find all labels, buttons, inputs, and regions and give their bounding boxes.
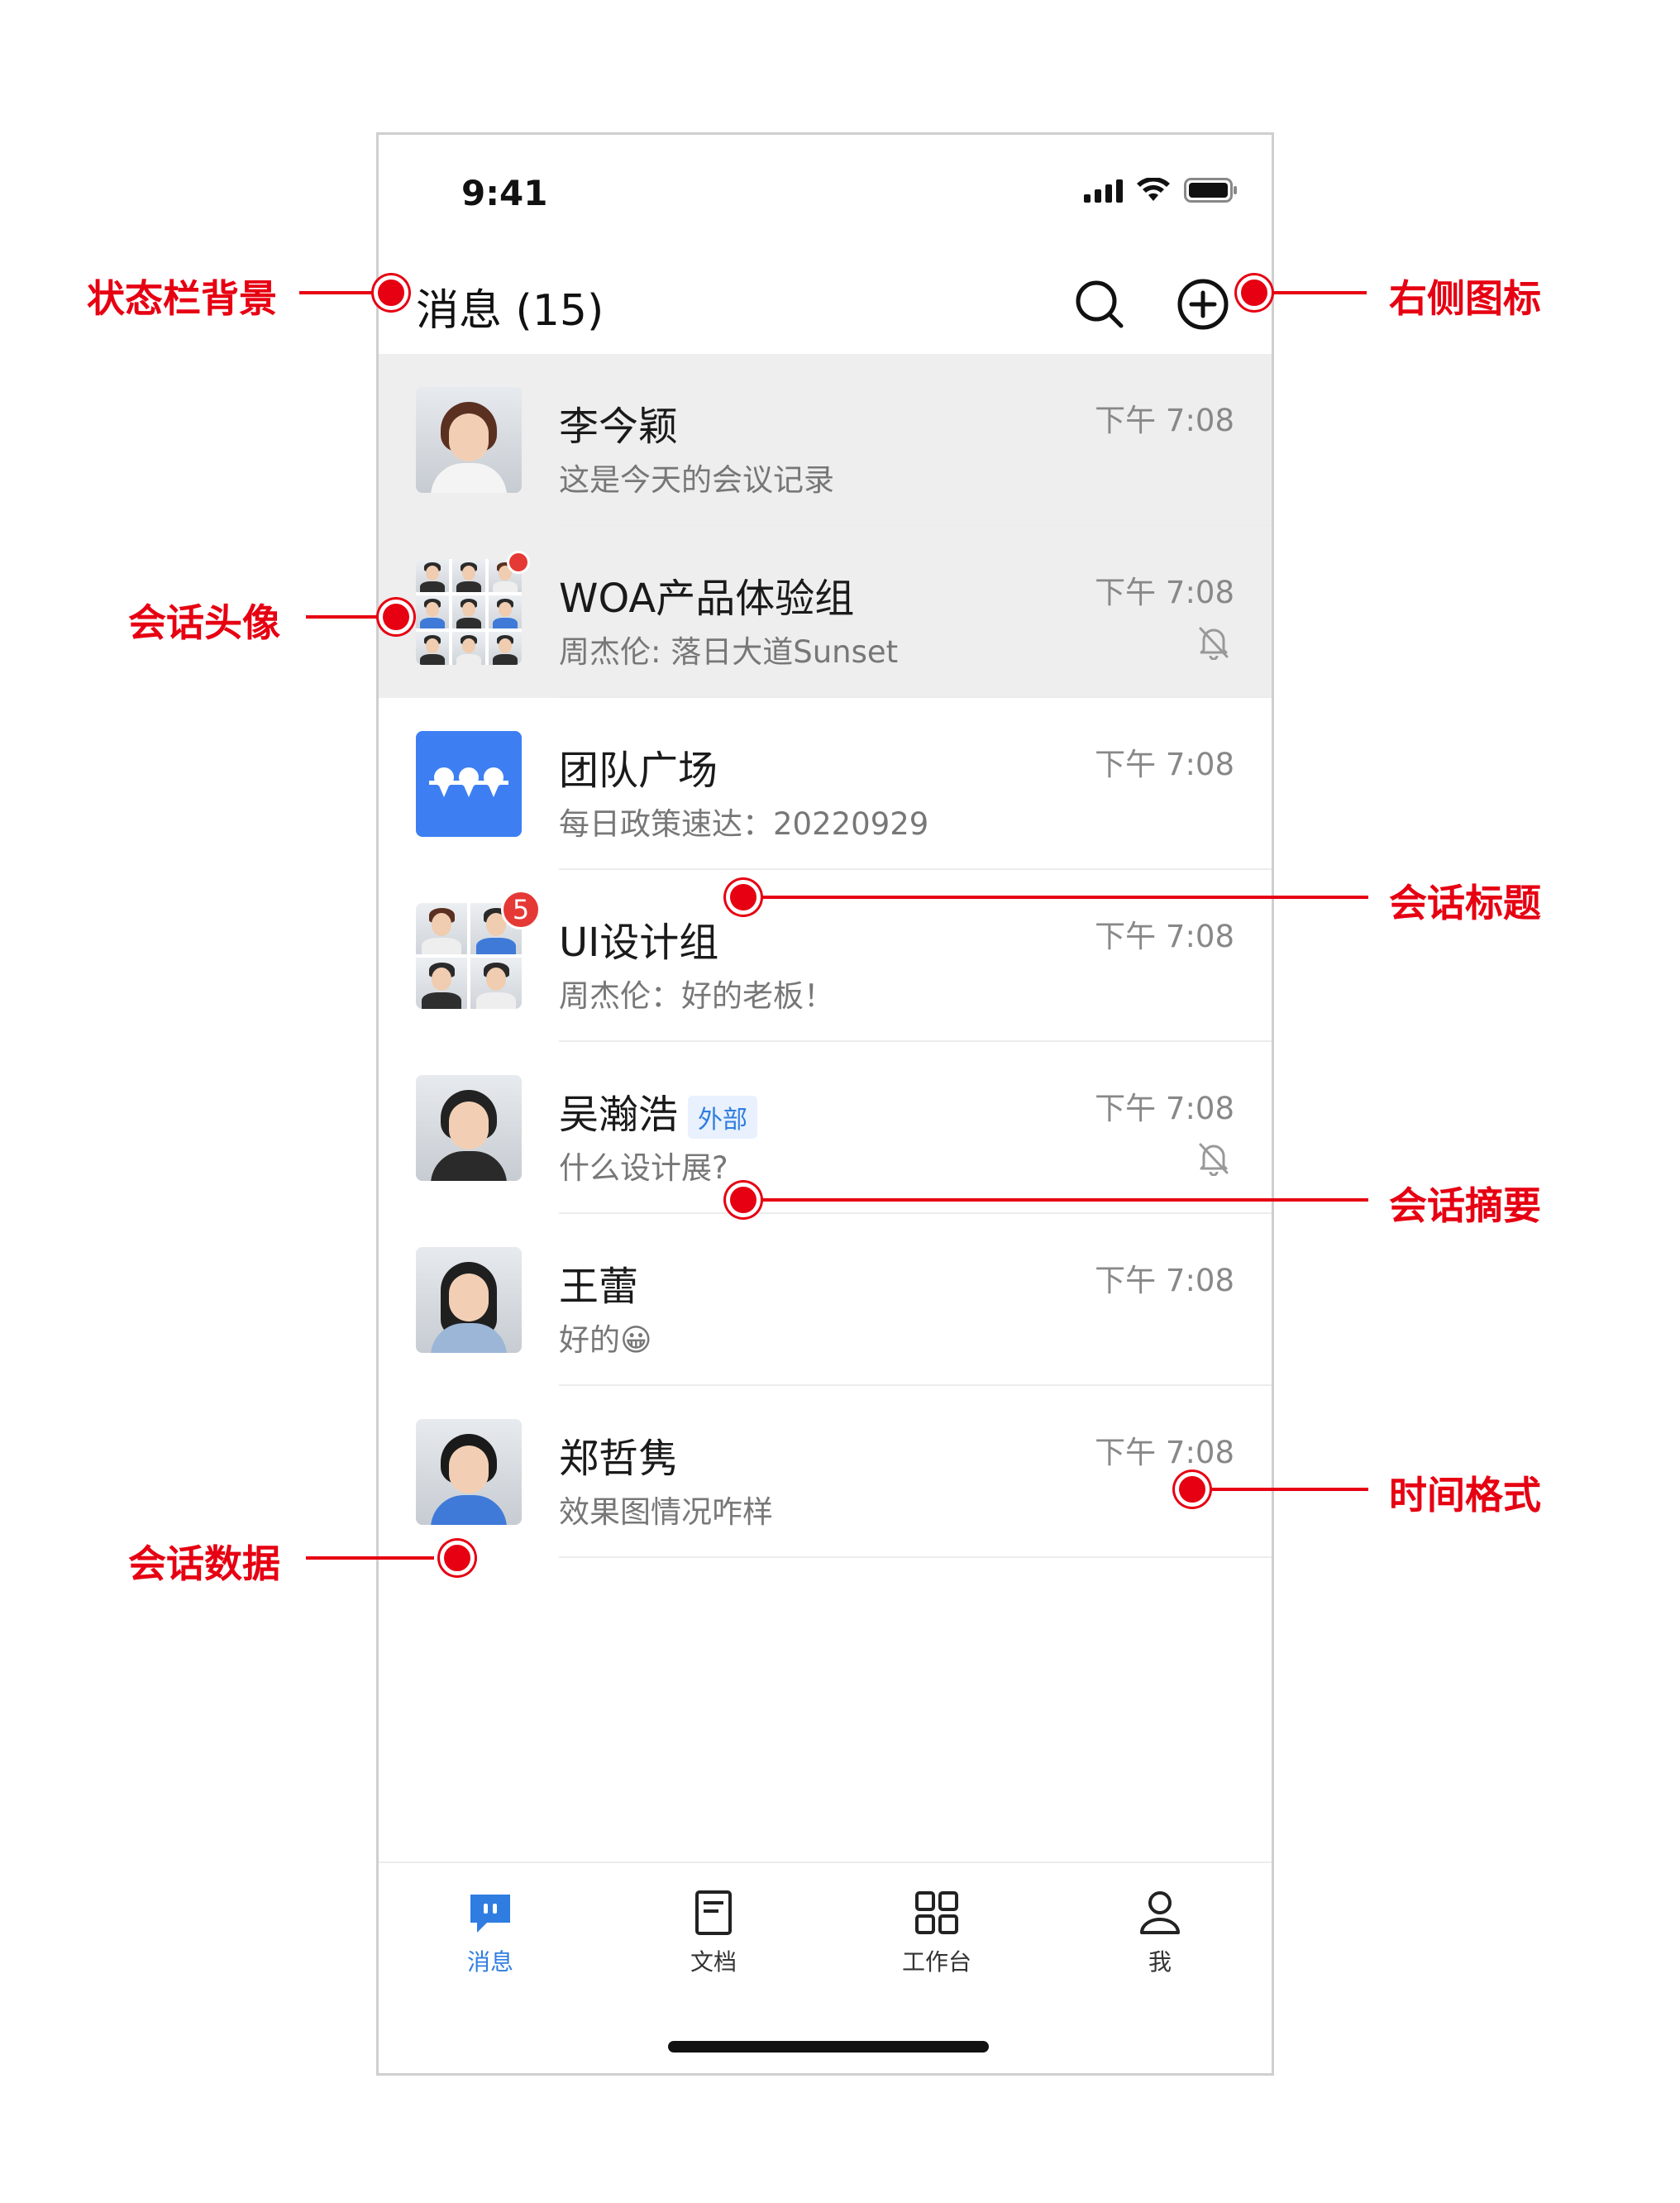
conversation-title: 李今颖 [559, 404, 679, 450]
annotation-dot [1237, 275, 1272, 310]
conversation-title: WOA产品体验组 [559, 576, 855, 622]
conversation-item[interactable]: 李今颖 这是今天的会议记录 下午 7:08 [379, 354, 1272, 526]
conversation-summary: 好的😀 [559, 1322, 652, 1358]
cellular-signal-icon [1084, 178, 1123, 203]
header: 消息 (15) [379, 259, 1272, 350]
tab-label: 工作台 [901, 1948, 971, 1976]
annotation-conv-avatar: 会话头像 [128, 600, 280, 645]
battery-icon [1184, 178, 1239, 203]
conversation-time: 下午 7:08 [1095, 403, 1234, 438]
annotation-dot [726, 880, 761, 915]
annotation-conv-data: 会话数据 [128, 1541, 280, 1586]
annotation-right-icons: 右侧图标 [1389, 276, 1541, 321]
external-tag: 外部 [688, 1096, 758, 1139]
tab-bar: 消息 文档 工作台 我 [379, 1861, 1272, 1986]
conversation-summary: 周杰伦：好的老板！ [559, 978, 834, 1014]
unread-count-badge: 5 [501, 890, 541, 929]
conversation-time: 下午 7:08 [1095, 575, 1234, 610]
annotation-dot [1175, 1472, 1210, 1507]
conversation-title: 王蕾 [559, 1264, 639, 1310]
status-icons [1084, 178, 1239, 203]
conversation-time: 下午 7:08 [1095, 1263, 1234, 1298]
conversation-item[interactable]: 团队广场 每日政策速达：20220929 下午 7:08 [379, 698, 1272, 870]
team-square-logo [416, 731, 522, 837]
unread-dot [507, 551, 530, 574]
conversation-item[interactable]: WOA产品体验组 周杰伦: 落日大道Sunset 下午 7:08 [379, 526, 1272, 698]
conversation-title: UI设计组 [559, 920, 719, 966]
tab-documents[interactable]: 文档 [602, 1863, 825, 1986]
conversation-title: 吴瀚浩 外部 [559, 1082, 758, 1140]
conversation-title-text: 吴瀚浩 [559, 1092, 679, 1138]
conversation-time: 下午 7:08 [1095, 747, 1234, 782]
conversation-summary: 每日政策速达：20220929 [559, 806, 929, 842]
status-bar: 9:41 [379, 135, 1272, 259]
tab-label: 消息 [466, 1948, 513, 1976]
message-icon [379, 1888, 602, 1938]
conversation-summary: 周杰伦: 落日大道Sunset [559, 634, 899, 670]
conversation-item[interactable]: 王蕾 好的😀 下午 7:08 [379, 1214, 1272, 1386]
profile-icon [1048, 1888, 1272, 1938]
avatar [416, 1247, 522, 1353]
annotation-conv-title: 会话标题 [1389, 881, 1541, 925]
conversation-summary: 这是今天的会议记录 [559, 462, 834, 498]
page-title: 消息 (15) [416, 286, 604, 336]
annotation-dot [726, 1183, 761, 1217]
conversation-title: 郑哲隽 [559, 1436, 679, 1482]
tab-label: 我 [1148, 1948, 1172, 1976]
annotation-dot [374, 275, 408, 310]
add-icon[interactable] [1176, 278, 1229, 331]
avatar [416, 1419, 522, 1525]
phone-frame: 9:41 消息 (15) 李今颖 这是今天的会议记录 下午 7:08 WOA产品… [376, 132, 1274, 2076]
conversation-item[interactable]: 郑哲隽 效果图情况咋样 下午 7:08 [379, 1386, 1272, 1558]
conversation-time: 下午 7:08 [1095, 1091, 1234, 1126]
group-avatar [416, 559, 522, 665]
annotation-dot [440, 1541, 475, 1575]
document-icon [602, 1888, 825, 1938]
annotation-time-format: 时间格式 [1389, 1473, 1541, 1517]
workspace-grid-icon [825, 1888, 1048, 1938]
search-icon[interactable] [1073, 278, 1126, 331]
tab-messages[interactable]: 消息 [379, 1863, 602, 1986]
annotation-line [306, 1556, 434, 1560]
wifi-icon [1136, 178, 1171, 203]
annotation-line [299, 291, 378, 294]
conversation-summary: 什么设计展? [559, 1150, 728, 1186]
conversation-summary: 效果图情况咋样 [559, 1494, 773, 1530]
home-indicator[interactable] [668, 2041, 989, 2052]
conversation-list: 李今颖 这是今天的会议记录 下午 7:08 WOA产品体验组 周杰伦: 落日大道… [379, 354, 1272, 1558]
annotation-dot [379, 600, 413, 634]
annotation-line [761, 1198, 1368, 1202]
annotation-status-bar-bg: 状态栏背景 [87, 276, 277, 321]
avatar [416, 1075, 522, 1181]
status-time: 9:41 [461, 173, 548, 213]
annotation-conv-summary: 会话摘要 [1389, 1183, 1541, 1228]
tab-workspace[interactable]: 工作台 [825, 1863, 1048, 1986]
mute-bell-icon [1197, 1141, 1230, 1177]
mute-bell-icon [1197, 625, 1230, 661]
conversation-title: 团队广场 [559, 748, 718, 794]
conversation-time: 下午 7:08 [1095, 919, 1234, 954]
annotation-line [1211, 1488, 1368, 1491]
tab-label: 文档 [690, 1948, 737, 1976]
conversation-item[interactable]: 吴瀚浩 外部 什么设计展? 下午 7:08 [379, 1042, 1272, 1214]
annotation-line [1272, 291, 1367, 294]
annotation-line [761, 896, 1368, 899]
annotation-line [306, 615, 384, 619]
conversation-time: 下午 7:08 [1095, 1435, 1234, 1470]
tab-profile[interactable]: 我 [1048, 1863, 1272, 1986]
avatar [416, 387, 522, 493]
